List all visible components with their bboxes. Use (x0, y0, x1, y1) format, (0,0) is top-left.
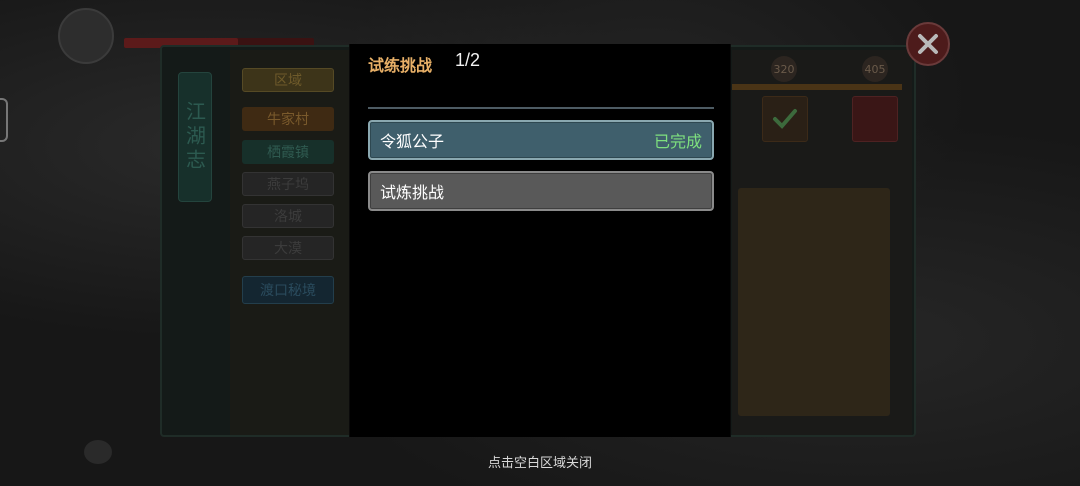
region-tab-niujiacun[interactable]: 牛家村 (242, 107, 334, 131)
trial-challenge-modal: 试练挑战 1/2 令狐公子 已完成 试炼挑战 (349, 44, 731, 437)
book-title: 江湖志 (182, 101, 207, 173)
region-tab-yanziwu[interactable]: 燕子坞 (242, 172, 334, 196)
region-tab-luocheng[interactable]: 洛城 (242, 204, 334, 228)
progress-mark-320: 320 (771, 56, 797, 82)
book-title-ribbon: 江湖志 (178, 72, 212, 202)
challenge-row-linghu[interactable]: 令狐公子 已完成 (368, 120, 714, 160)
reward-chest-box[interactable] (852, 96, 898, 142)
region-tab-qixiazhen[interactable]: 栖霞镇 (242, 140, 334, 164)
side-drawer-handle[interactable] (0, 98, 8, 142)
modal-divider (368, 107, 714, 109)
claimed-reward-box[interactable] (762, 96, 808, 142)
secret-realm-button[interactable]: 渡口秘境 (242, 276, 334, 304)
completed-status: 已完成 (653, 132, 702, 151)
check-icon (773, 109, 797, 129)
challenge-row-trial[interactable]: 试炼挑战 (368, 171, 714, 211)
challenge-name: 试炼挑战 (380, 183, 445, 202)
challenge-name: 令狐公子 (380, 132, 445, 151)
progress-bar (732, 84, 902, 90)
close-book-button[interactable] (906, 22, 950, 66)
modal-title: 试练挑战 (368, 56, 433, 75)
region-tab-damo[interactable]: 大漠 (242, 236, 334, 260)
close-icon (918, 34, 938, 54)
progress-mark-405: 405 (862, 56, 888, 82)
region-header: 区域 (242, 68, 334, 92)
tap-to-close-hint[interactable]: 点击空白区域关闭 (0, 452, 1080, 471)
player-avatar (58, 8, 114, 64)
region-map (738, 188, 890, 416)
challenge-count: 1/2 (455, 50, 481, 70)
